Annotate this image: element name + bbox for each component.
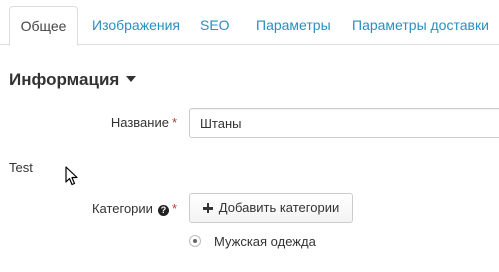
categories-label: Категории? * [92,201,177,216]
category-option-label: Мужская одежда [214,234,316,249]
help-icon[interactable]: ? [157,205,169,216]
tab-bar: Общее Изображения SEO Параметры Параметр… [0,0,499,46]
tab-general[interactable]: Общее [9,6,78,46]
product-edit-page: Общее Изображения SEO Параметры Параметр… [0,0,499,272]
test-text: Test [9,160,33,175]
category-option-row[interactable]: Мужская одежда [189,233,316,251]
radio-icon[interactable] [189,235,201,247]
section-title: Информация [9,70,120,89]
tab-delivery-parameters[interactable]: Параметры доставки [352,6,489,45]
name-label: Название * [111,115,177,130]
required-mark: * [171,201,177,216]
tab-images[interactable]: Изображения [92,6,180,45]
name-input[interactable] [189,108,499,138]
add-categories-button[interactable]: Добавить категории [189,193,353,223]
required-mark: * [171,115,177,130]
mouse-cursor-icon [65,166,78,186]
caret-down-icon [126,76,137,82]
section-toggle-information[interactable]: Информация [9,70,137,90]
name-label-text: Название [110,115,169,130]
categories-label-text: Категории [91,201,153,216]
add-categories-label: Добавить категории [218,200,340,215]
tab-parameters[interactable]: Параметры [256,6,331,45]
plus-icon [202,203,213,213]
tab-seo[interactable]: SEO [200,6,230,45]
